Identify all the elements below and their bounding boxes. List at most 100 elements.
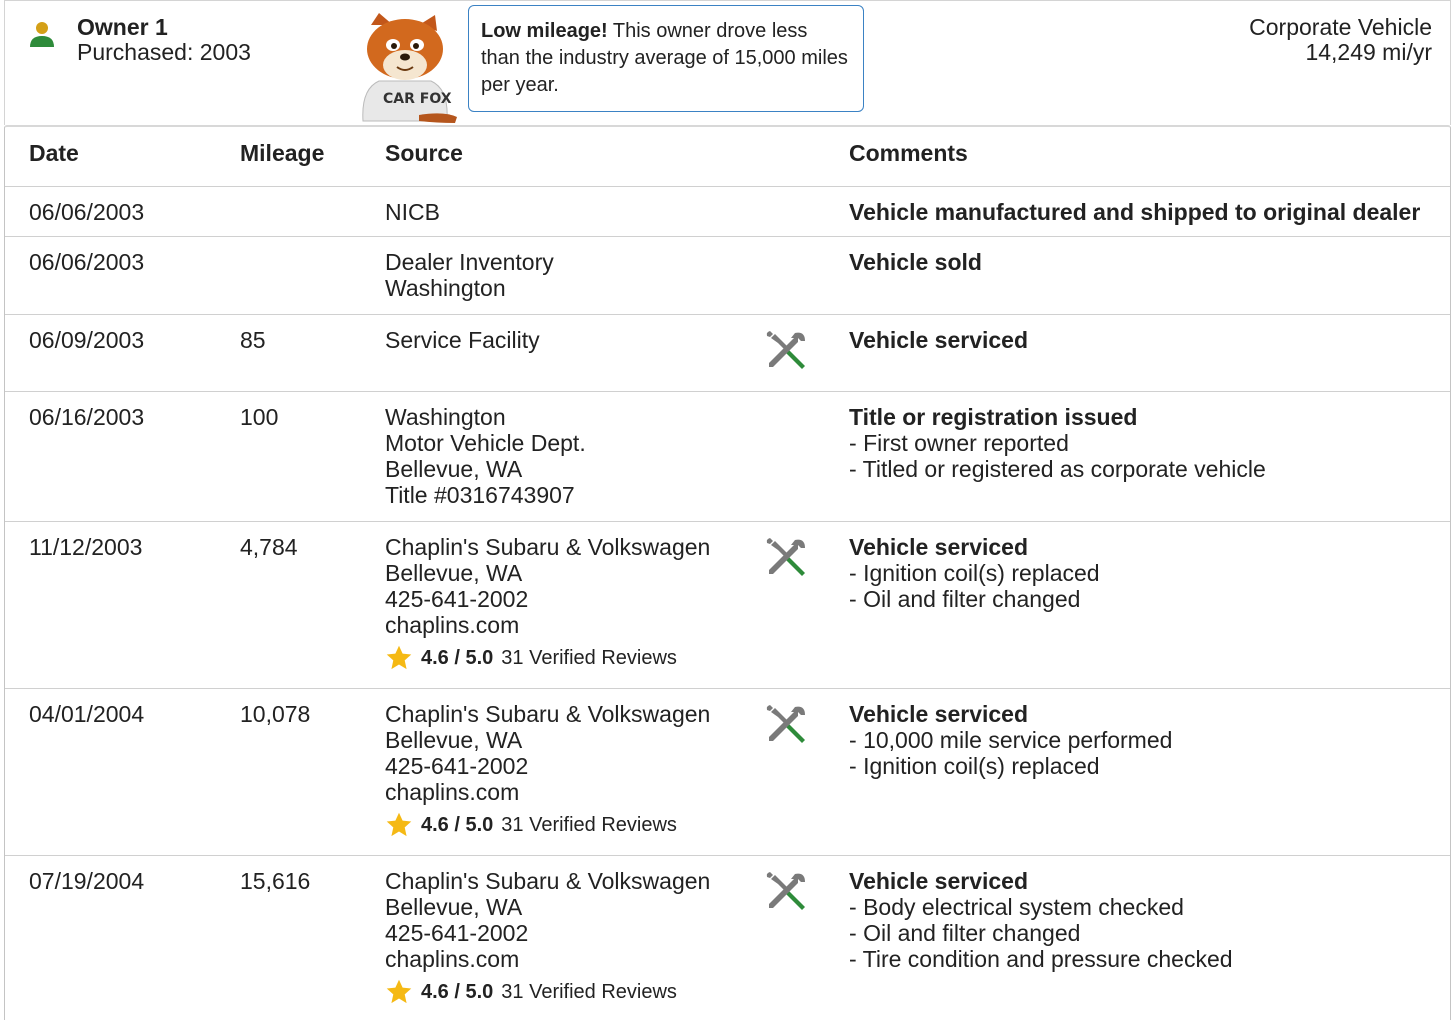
- row-date: 04/01/2004: [29, 701, 145, 727]
- row-source: Chaplin's Subaru & Volkswagen Bellevue, W…: [385, 534, 710, 672]
- source-line: Bellevue, WA: [385, 894, 523, 920]
- owner-title: Owner 1: [77, 14, 168, 40]
- comment-item: Titled or registered as corporate vehicl…: [849, 456, 1266, 482]
- comment-item: Ignition coil(s) replaced: [849, 560, 1100, 586]
- service-icon-cell: [765, 327, 809, 378]
- service-icon-cell: [765, 701, 809, 752]
- table-header: Date Mileage Source Comments: [5, 127, 1450, 187]
- source-line: Chaplin's Subaru & Volkswagen: [385, 534, 711, 560]
- comment-item: Tire condition and pressure checked: [849, 946, 1233, 972]
- source-line: 425-641-2002: [385, 586, 529, 612]
- miles-per-year: 14,249 mi/yr: [1305, 39, 1432, 65]
- source-line: 425-641-2002: [385, 920, 529, 946]
- wrench-screwdriver-icon: [766, 538, 805, 576]
- row-comments: Title or registration issuedFirst owner …: [849, 404, 1266, 482]
- callout-title: Low mileage!: [481, 20, 608, 42]
- source-line: Chaplin's Subaru & Volkswagen: [385, 868, 711, 894]
- source-line: 425-641-2002: [385, 753, 529, 779]
- row-comments: Vehicle serviced: [849, 327, 1028, 353]
- comment-title: Vehicle serviced: [849, 868, 1029, 894]
- comment-item: Oil and filter changed: [849, 920, 1233, 946]
- carfox-mascot-image: CAR FOX: [362, 13, 457, 123]
- row-date: 06/06/2003: [29, 249, 145, 275]
- header-mileage: Mileage: [240, 140, 325, 166]
- owner-header: Owner 1 Purchased: 2003 CAR FOX Low mile…: [4, 0, 1451, 125]
- history-table: Date Mileage Source Comments 06/06/2003 N…: [4, 125, 1451, 1020]
- owner-info: Owner 1 Purchased: 2003: [77, 15, 251, 65]
- source-line: Bellevue, WA: [385, 560, 523, 586]
- row-source: Chaplin's Subaru & Volkswagen Bellevue, W…: [385, 868, 710, 1006]
- wrench-screwdriver-icon: [766, 331, 805, 369]
- comment-title: Vehicle serviced: [849, 534, 1029, 560]
- comment-item: Oil and filter changed: [849, 586, 1100, 612]
- table-body: 06/06/2003 NICB Vehicle manufactured and s…: [5, 187, 1450, 1020]
- row-comments: Vehicle servicedBody electrical system c…: [849, 868, 1233, 972]
- source-line: chaplins.com: [385, 946, 520, 972]
- row-date: 07/19/2004: [29, 868, 145, 894]
- vehicle-usage-summary: Corporate Vehicle 14,249 mi/yr: [1249, 15, 1432, 65]
- vehicle-type: Corporate Vehicle: [1249, 14, 1432, 40]
- header-date: Date: [29, 140, 79, 166]
- source-line: Title #0316743907: [385, 482, 575, 508]
- row-comments: Vehicle servicedIgnition coil(s) replace…: [849, 534, 1100, 612]
- comment-title: Vehicle manufactured and shipped to orig…: [849, 199, 1421, 225]
- rating-reviews[interactable]: 31 Verified Reviews: [501, 812, 677, 838]
- row-source: Service Facility: [385, 327, 540, 353]
- person-icon: [30, 22, 54, 47]
- comment-item: 10,000 mile service performed: [849, 727, 1172, 753]
- source-line: Service Facility: [385, 327, 540, 353]
- row-comments: Vehicle sold: [849, 249, 982, 275]
- row-mileage: 15,616: [240, 868, 311, 894]
- comment-title: Title or registration issued: [849, 404, 1138, 430]
- comment-title: Vehicle sold: [849, 249, 982, 275]
- row-source: NICB: [385, 199, 440, 225]
- wrench-screwdriver-icon: [766, 705, 805, 743]
- service-icon-cell: [765, 868, 809, 919]
- row-source: Chaplin's Subaru & Volkswagen Bellevue, W…: [385, 701, 710, 839]
- source-line: Washington: [385, 404, 506, 430]
- dealer-rating[interactable]: 4.6 / 5.0 31 Verified Reviews: [385, 811, 710, 839]
- row-source: Dealer Inventory Washington: [385, 249, 554, 301]
- dealer-rating[interactable]: 4.6 / 5.0 31 Verified Reviews: [385, 978, 710, 1006]
- table-row: 07/19/2004 15,616 Chaplin's Subaru & Volks…: [5, 856, 1450, 1020]
- row-date: 06/16/2003: [29, 404, 145, 430]
- rating-score: 4.6 / 5.0: [421, 981, 494, 1003]
- row-date: 06/06/2003: [29, 199, 145, 225]
- table-row: 06/09/2003 85 Service Facility Vehicle serv…: [5, 315, 1450, 392]
- wrench-screwdriver-icon: [766, 872, 805, 910]
- source-line: Chaplin's Subaru & Volkswagen: [385, 701, 711, 727]
- table-row: 11/12/2003 4,784 Chaplin's Subaru & Volksw…: [5, 522, 1450, 689]
- table-row: 06/16/2003 100 Washington Motor Vehicle Dep…: [5, 392, 1450, 522]
- source-line: chaplins.com: [385, 612, 520, 638]
- rating-reviews[interactable]: 31 Verified Reviews: [501, 979, 677, 1005]
- row-mileage: 10,078: [240, 701, 311, 727]
- comment-item: Ignition coil(s) replaced: [849, 753, 1172, 779]
- source-line: Motor Vehicle Dept.: [385, 430, 586, 456]
- row-mileage: 4,784: [240, 534, 298, 560]
- comment-title: Vehicle serviced: [849, 327, 1029, 353]
- comment-item: Body electrical system checked: [849, 894, 1233, 920]
- header-comments: Comments: [849, 140, 968, 166]
- star-icon: [386, 812, 412, 837]
- comment-item: First owner reported: [849, 430, 1266, 456]
- fox-shirt-text: CAR FOX: [383, 91, 452, 107]
- source-line: Washington: [385, 275, 506, 301]
- row-source: Washington Motor Vehicle Dept. Bellevue, W…: [385, 404, 586, 508]
- star-icon: [386, 979, 412, 1004]
- rating-reviews[interactable]: 31 Verified Reviews: [501, 645, 677, 671]
- source-line: Dealer Inventory: [385, 249, 554, 275]
- source-line: Bellevue, WA: [385, 456, 523, 482]
- dealer-rating[interactable]: 4.6 / 5.0 31 Verified Reviews: [385, 644, 710, 672]
- rating-score: 4.6 / 5.0: [421, 647, 494, 669]
- row-mileage: 85: [240, 327, 266, 353]
- table-row: 06/06/2003 NICB Vehicle manufactured and s…: [5, 187, 1450, 237]
- rating-score: 4.6 / 5.0: [421, 814, 494, 836]
- source-line: NICB: [385, 199, 440, 225]
- comment-title: Vehicle serviced: [849, 701, 1029, 727]
- star-icon: [386, 645, 412, 670]
- row-date: 06/09/2003: [29, 327, 145, 353]
- table-row: 04/01/2004 10,078 Chaplin's Subaru & Volks…: [5, 689, 1450, 856]
- row-comments: Vehicle serviced10,000 mile service perf…: [849, 701, 1172, 779]
- row-date: 11/12/2003: [29, 534, 143, 560]
- low-mileage-callout: Low mileage! This owner drove less than …: [468, 5, 864, 112]
